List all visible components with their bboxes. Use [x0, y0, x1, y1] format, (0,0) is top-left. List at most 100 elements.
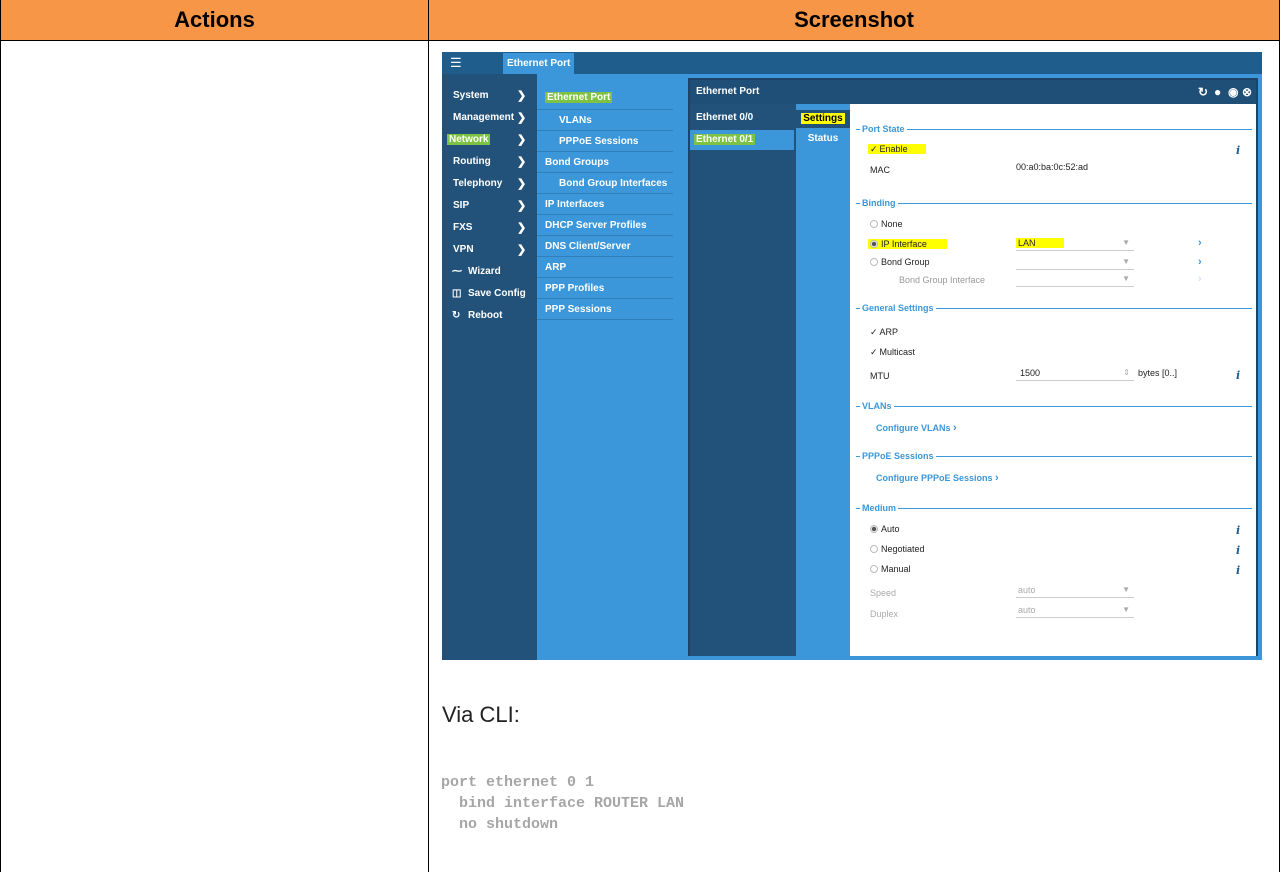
- bond-group-interface-label: Bond Group Interface: [899, 275, 986, 285]
- subnav-vlans[interactable]: VLANs: [537, 110, 673, 131]
- arp-checkbox[interactable]: ✓ ARP: [870, 326, 898, 338]
- nav-sip[interactable]: SIP ❯: [442, 195, 537, 217]
- maximize-icon[interactable]: ◉: [1228, 80, 1238, 104]
- nav-label: Save Config: [468, 288, 526, 299]
- subnav-bond-groups[interactable]: Bond Groups: [537, 152, 673, 173]
- multicast-checkbox[interactable]: ✓ Multicast: [870, 346, 915, 358]
- bond-group-select[interactable]: ▼: [1016, 255, 1134, 270]
- chevron-right-icon: ❯: [517, 244, 527, 256]
- speed-select[interactable]: auto ▼: [1016, 583, 1134, 598]
- ip-interface-select[interactable]: LAN ▼: [1016, 236, 1134, 251]
- medium-negotiated-radio[interactable]: Negotiated: [870, 543, 925, 555]
- radio-label: Auto: [881, 524, 900, 534]
- chevron-right-icon[interactable]: ›: [1198, 237, 1202, 249]
- tab-label: Settings: [801, 113, 845, 124]
- subnav-ethernet-port[interactable]: Ethernet Port: [537, 86, 673, 110]
- port-ethernet-0-1[interactable]: Ethernet 0/1: [690, 130, 794, 150]
- close-icon[interactable]: ⊗: [1242, 80, 1252, 104]
- subnav-dhcp-server-profiles[interactable]: DHCP Server Profiles: [537, 215, 673, 236]
- radio-label: Negotiated: [881, 544, 925, 554]
- chevron-down-icon: ▼: [1122, 274, 1130, 283]
- topbar-tab-ethernet-port[interactable]: Ethernet Port: [503, 53, 575, 74]
- subnav-ppp-sessions[interactable]: PPP Sessions: [537, 299, 673, 320]
- tab-status[interactable]: Status: [796, 130, 850, 148]
- binding-ip-interface-radio[interactable]: IP Interface: [868, 238, 947, 250]
- chevron-right-icon[interactable]: ›: [1198, 256, 1202, 268]
- medium-manual-radio[interactable]: Manual: [870, 563, 911, 575]
- nav-wizard[interactable]: ⁓ Wizard: [442, 261, 537, 283]
- nav-label: VPN: [453, 244, 474, 255]
- settings-panel: Port State ✓ Enable i MAC 00:a0:ba:0c:52:…: [850, 104, 1256, 656]
- tab-settings[interactable]: Settings: [796, 110, 850, 128]
- chevron-right-icon[interactable]: ›: [1198, 273, 1202, 285]
- nav-management[interactable]: Management ❯: [442, 107, 537, 129]
- enable-checkbox[interactable]: ✓ Enable: [868, 143, 926, 155]
- checkmark-icon: ✓: [870, 347, 878, 357]
- nav-label: FXS: [453, 222, 473, 233]
- chevron-down-icon: ▼: [1122, 257, 1130, 266]
- mtu-unit: bytes [0..]: [1138, 368, 1178, 378]
- mtu-input[interactable]: 1500 ⇕: [1016, 366, 1134, 381]
- hamburger-menu-icon[interactable]: ☰: [450, 56, 462, 69]
- nav-telephony[interactable]: Telephony ❯: [442, 173, 537, 195]
- nav-label: Wizard: [468, 266, 501, 277]
- checkmark-icon: ✓: [870, 327, 878, 337]
- binding-none-radio[interactable]: None: [870, 218, 903, 230]
- top-bar: ☰ Ethernet Port: [442, 52, 1262, 74]
- nav-reboot[interactable]: ↻ Reboot: [442, 305, 537, 327]
- nav-fxs[interactable]: FXS ❯: [442, 217, 537, 239]
- nav-network[interactable]: Network ❯: [442, 129, 537, 151]
- info-icon[interactable]: i: [1236, 544, 1240, 557]
- section-title: Port State: [860, 123, 907, 135]
- subnav-dns-client-server[interactable]: DNS Client/Server: [537, 236, 673, 257]
- screenshot-header: Screenshot: [429, 0, 1279, 40]
- radio-icon: [870, 258, 878, 266]
- section-vlans: VLANs: [856, 400, 1252, 412]
- subnav-arp[interactable]: ARP: [537, 257, 673, 278]
- section-title: Binding: [860, 197, 898, 209]
- section-title: Medium: [860, 502, 899, 514]
- medium-auto-radio[interactable]: Auto: [870, 523, 900, 535]
- configure-vlans-link[interactable]: Configure VLANs ›: [876, 422, 957, 434]
- nav-vpn[interactable]: VPN ❯: [442, 239, 537, 261]
- section-title: VLANs: [860, 400, 894, 412]
- subnav-label: DNS Client/Server: [545, 241, 631, 252]
- binding-bond-group-radio[interactable]: Bond Group: [870, 256, 930, 268]
- table-border-left: [0, 0, 1, 872]
- info-icon[interactable]: i: [1236, 144, 1240, 157]
- refresh-icon[interactable]: ↻: [1198, 80, 1208, 104]
- chevron-right-icon: ❯: [517, 222, 527, 234]
- stepper-icon[interactable]: ⇕: [1123, 366, 1130, 380]
- subnav-label: Bond Groups: [545, 157, 609, 168]
- info-icon[interactable]: i: [1236, 524, 1240, 537]
- info-icon[interactable]: i: [1236, 564, 1240, 577]
- info-icon[interactable]: i: [1236, 369, 1240, 382]
- nav-routing[interactable]: Routing ❯: [442, 151, 537, 173]
- subnav-label: DHCP Server Profiles: [545, 220, 647, 231]
- checkmark-icon: ✓: [870, 144, 878, 154]
- section-binding: Binding: [856, 197, 1252, 209]
- duplex-select[interactable]: auto ▼: [1016, 603, 1134, 618]
- radio-selected-icon: [870, 240, 878, 248]
- subnav-bond-group-interfaces[interactable]: Bond Group Interfaces: [537, 173, 673, 194]
- subnav-ppp-profiles[interactable]: PPP Profiles: [537, 278, 673, 299]
- nav-system[interactable]: System ❯: [442, 85, 537, 107]
- bond-group-interface-select[interactable]: ▼: [1016, 272, 1134, 287]
- section-title: General Settings: [860, 302, 936, 314]
- subnav-ip-interfaces[interactable]: IP Interfaces: [537, 194, 673, 215]
- radio-label: Bond Group: [881, 257, 930, 267]
- window-titlebar: Ethernet Port ↻ ● ◉ ⊗: [690, 80, 1256, 104]
- detail-tabs: Settings Status: [796, 104, 850, 656]
- nav-label: Network: [447, 134, 491, 145]
- port-ethernet-0-0[interactable]: Ethernet 0/0: [690, 108, 796, 128]
- duplex-value: auto: [1018, 605, 1036, 615]
- radio-label: None: [881, 219, 903, 229]
- radio-selected-icon: [870, 525, 878, 533]
- subnav-pppoe-sessions[interactable]: PPPoE Sessions: [537, 131, 673, 152]
- configure-pppoe-sessions-link[interactable]: Configure PPPoE Sessions ›: [876, 472, 999, 484]
- wand-icon: ⁓: [452, 266, 462, 277]
- subnav-label: PPP Profiles: [545, 283, 605, 294]
- table-header-divider: [0, 40, 1280, 41]
- nav-save-config[interactable]: ◫ Save Config: [442, 283, 537, 305]
- minimize-icon[interactable]: ●: [1214, 80, 1221, 104]
